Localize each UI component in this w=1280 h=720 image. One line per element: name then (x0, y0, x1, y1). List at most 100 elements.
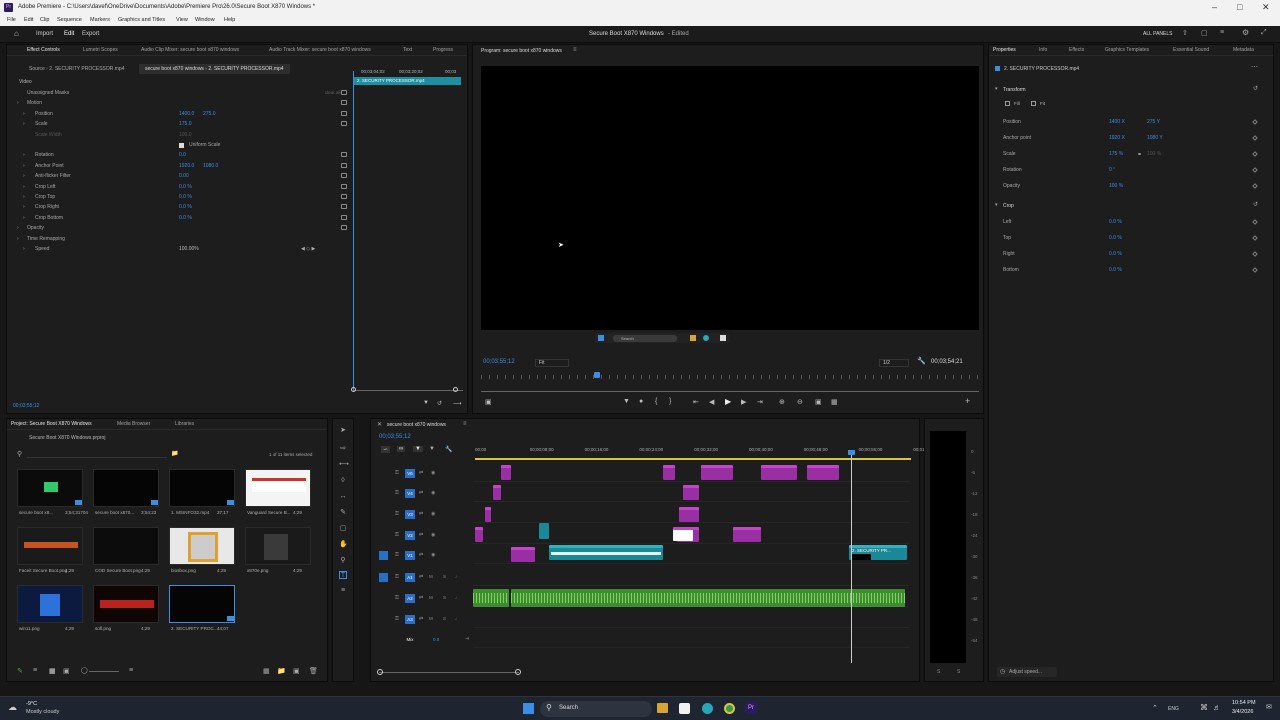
crop-label[interactable]: Crop (1003, 203, 1014, 209)
crop-row-value[interactable]: 0.0 % (1109, 267, 1122, 273)
track-name[interactable]: A2 (405, 594, 415, 603)
project-item-name[interactable]: Vanguard Secure B... (247, 510, 291, 515)
marker-icon[interactable]: ▼ (623, 398, 630, 405)
notification-icon[interactable]: ✉ (1266, 703, 1272, 711)
ec-row-value-1[interactable]: 0.0 (179, 152, 186, 158)
menu-help[interactable]: Help (224, 17, 235, 23)
keyframe-nav-icon[interactable]: ◀ ◇ ▶ (301, 246, 315, 252)
tray-date[interactable]: 3/4/2026 (1232, 709, 1253, 715)
tray-volume-icon[interactable]: ♬ (1213, 703, 1221, 712)
ec-row-chevron-icon[interactable]: › (23, 204, 25, 210)
ec-row-value-2[interactable]: 275.0 (203, 111, 216, 117)
keyframe-icon[interactable] (1252, 119, 1258, 125)
track-sync-icon[interactable]: ⇄ (419, 552, 423, 558)
step-forward-icon[interactable]: ▶ (741, 398, 746, 406)
zoom-slider-icon[interactable]: ◯ (81, 667, 88, 674)
extract-icon[interactable]: ⊖ (797, 398, 803, 406)
track-lock-icon[interactable]: ⚿ (395, 532, 399, 538)
zoom-tool-icon[interactable]: ⚲ (339, 557, 347, 565)
timeline-scroll-start-handle[interactable] (377, 669, 383, 675)
reset-icon[interactable] (341, 152, 347, 158)
solo-right-button[interactable]: S (957, 669, 960, 675)
tab-properties[interactable]: Properties (993, 47, 1016, 53)
program-scrub-bar[interactable] (481, 391, 979, 392)
track-mic-icon[interactable]: ♩ (455, 616, 460, 622)
solo-left-button[interactable]: S (937, 669, 940, 675)
project-thumbnail[interactable] (17, 585, 83, 623)
menu-clip[interactable]: Clip (40, 17, 49, 23)
prop-row-value-1[interactable]: 175 % (1109, 151, 1123, 157)
ec-row-chevron-icon[interactable]: › (23, 152, 25, 158)
project-item-name[interactable]: x870e.png (247, 568, 268, 573)
snap-icon[interactable]: ∽ (381, 446, 391, 453)
sequence-menu-icon[interactable]: ≡ (463, 421, 467, 427)
timeline-scroll-end-handle[interactable] (515, 669, 521, 675)
project-thumbnail[interactable] (93, 469, 159, 507)
ec-row-value-1[interactable]: 0.0 % (179, 184, 192, 190)
edge-icon[interactable] (702, 703, 713, 714)
razor-tool-icon[interactable]: ◊ (339, 477, 347, 485)
tab-essential-sound[interactable]: Essential Sound (1173, 47, 1209, 53)
track-solo-button[interactable]: S (443, 574, 446, 579)
project-thumbnail[interactable] (17, 469, 83, 507)
tab-audio-clip-mixer[interactable]: Audio Clip Mixer: secure boot x870 windo… (141, 47, 239, 53)
video-clip[interactable] (679, 507, 699, 522)
ec-row-chevron-icon[interactable]: › (23, 173, 25, 179)
maximize-button[interactable]: □ (1237, 2, 1242, 12)
fill-label[interactable]: Fill (1014, 101, 1020, 106)
trash-icon[interactable]: 🗑 (309, 667, 318, 675)
crop-row-value[interactable]: 0.0 % (1109, 219, 1122, 225)
ec-row-label[interactable]: Scale Width (35, 132, 62, 138)
menu-markers[interactable]: Markers (90, 17, 110, 23)
fullscreen-icon[interactable]: ▢ (1201, 29, 1208, 37)
rectangle-tool-icon[interactable]: ▢ (339, 525, 347, 533)
timeline-marker-icon[interactable]: ▼ (429, 446, 435, 452)
reset-icon[interactable] (341, 121, 347, 127)
track-lock-icon[interactable]: ⚿ (395, 490, 399, 496)
ec-row-value-1[interactable]: 0.00 (179, 173, 189, 179)
project-item-name[interactable]: 2. SECURITY PROC... (171, 626, 218, 631)
track-select-tool-icon[interactable]: ⇨ (339, 445, 347, 453)
keyframe-icon[interactable] (1252, 251, 1258, 257)
ec-scroll-track[interactable] (353, 390, 463, 391)
track-sync-icon[interactable]: ⇄ (419, 595, 423, 601)
ec-row-value-1[interactable]: 100.00% (179, 246, 199, 252)
ec-row-label[interactable]: Crop Left (35, 184, 56, 190)
timeline-scrollbar[interactable] (379, 672, 519, 673)
track-lock-icon[interactable]: ⚿ (395, 552, 399, 558)
track-eye-icon[interactable]: ◉ (431, 532, 435, 538)
program-video-frame[interactable] (481, 66, 979, 330)
prop-row-value-1[interactable]: 1920 X (1109, 135, 1125, 141)
menu-sequence[interactable]: Sequence (57, 17, 82, 23)
video-clip[interactable] (663, 465, 675, 480)
home-icon[interactable]: ⌂ (14, 29, 19, 38)
reset-icon[interactable] (341, 183, 347, 189)
program-label[interactable]: Program: secure boot x870 windows (481, 48, 562, 54)
slip-tool-icon[interactable]: ↔ (339, 493, 347, 501)
reset-icon[interactable] (341, 90, 347, 95)
track-sync-icon[interactable]: ⇄ (419, 574, 423, 580)
automate-icon[interactable]: ▦ (263, 667, 270, 675)
reset-icon[interactable] (341, 194, 347, 199)
crop-row-value[interactable]: 0.0 % (1109, 251, 1122, 257)
ec-row-chevron-icon[interactable]: › (17, 225, 19, 231)
project-thumbnail[interactable] (169, 469, 235, 507)
project-item-name[interactable]: biosbox.png (171, 568, 196, 573)
video-clip[interactable]: 2. SECURITY PR... (849, 545, 907, 560)
ec-row-label[interactable]: Position (35, 111, 53, 117)
tab-audio-track-mixer[interactable]: Audio Track Mixer: secure boot x870 wind… (269, 47, 371, 53)
search-input[interactable] (27, 450, 167, 458)
video-clip[interactable] (549, 545, 663, 560)
reset-icon[interactable] (341, 214, 347, 220)
ec-row-chevron-icon[interactable]: › (23, 184, 25, 190)
tray-lang[interactable]: ENG (1168, 706, 1179, 712)
project-item-name[interactable]: secure boot x870... (95, 510, 134, 515)
crop-row-value[interactable]: 0.0 % (1109, 235, 1122, 241)
video-clip[interactable] (511, 547, 535, 562)
play-icon[interactable]: ▶ (725, 397, 731, 406)
track-eye-icon[interactable]: ◉ (431, 490, 435, 496)
keyframe-icon[interactable] (1252, 219, 1258, 225)
tab-progress[interactable]: Progress (433, 47, 453, 53)
tab-info[interactable]: Info (1039, 47, 1047, 53)
tab-text[interactable]: Text (403, 47, 412, 53)
